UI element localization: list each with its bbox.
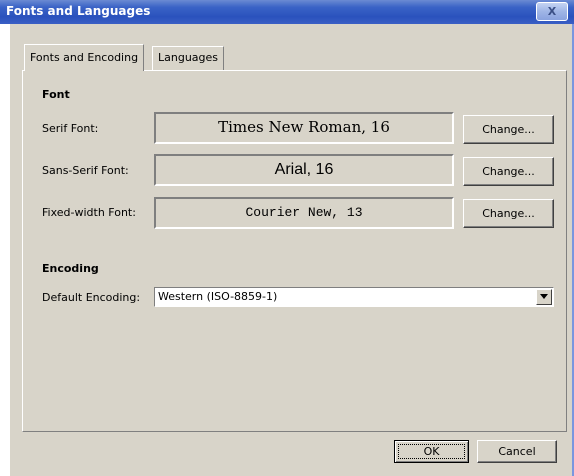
sans-serif-change-button[interactable]: Change... [463,157,554,186]
sans-serif-font-label: Sans-Serif Font: [42,164,129,177]
window-title: Fonts and Languages [6,4,151,18]
tab-fonts-and-encoding[interactable]: Fonts and Encoding [24,44,145,71]
fonts-languages-dialog: Fonts and Languages X Fonts and Encoding… [0,0,574,476]
close-icon: X [547,5,557,18]
ok-button[interactable]: OK [394,440,469,463]
button-label: Change... [482,165,535,178]
sans-serif-font-display: Arial, 16 [154,154,454,186]
fixed-width-change-button[interactable]: Change... [463,199,554,228]
button-label: Cancel [498,445,536,458]
fixed-width-font-value: Courier New, 13 [245,205,363,220]
font-section-title: Font [42,88,70,101]
fixed-width-font-label: Fixed-width Font: [42,206,136,219]
close-button[interactable]: X [536,2,568,21]
default-encoding-select[interactable]: Western (ISO-8859-1) [154,287,554,307]
serif-font-label: Serif Font: [42,122,99,135]
button-label: Change... [482,207,535,220]
fixed-width-font-display: Courier New, 13 [154,197,454,229]
cancel-button[interactable]: Cancel [477,440,557,463]
default-encoding-label: Default Encoding: [42,291,141,304]
tab-label: Languages [158,51,219,64]
serif-font-display: Times New Roman, 16 [154,112,454,144]
encoding-section-title: Encoding [42,262,99,275]
title-bar[interactable]: Fonts and Languages X [0,0,574,24]
selected-encoding: Western (ISO-8859-1) [158,290,278,303]
chevron-down-icon [540,294,548,299]
window-frame-left [0,24,10,460]
button-label: OK [423,445,440,458]
serif-change-button[interactable]: Change... [463,115,554,144]
dropdown-button[interactable] [536,289,552,305]
serif-font-value: Times New Roman, 16 [218,118,390,136]
button-label: Change... [482,123,535,136]
tab-languages[interactable]: Languages [152,46,225,70]
sans-serif-font-value: Arial, 16 [274,161,334,178]
tab-label: Fonts and Encoding [30,51,139,64]
